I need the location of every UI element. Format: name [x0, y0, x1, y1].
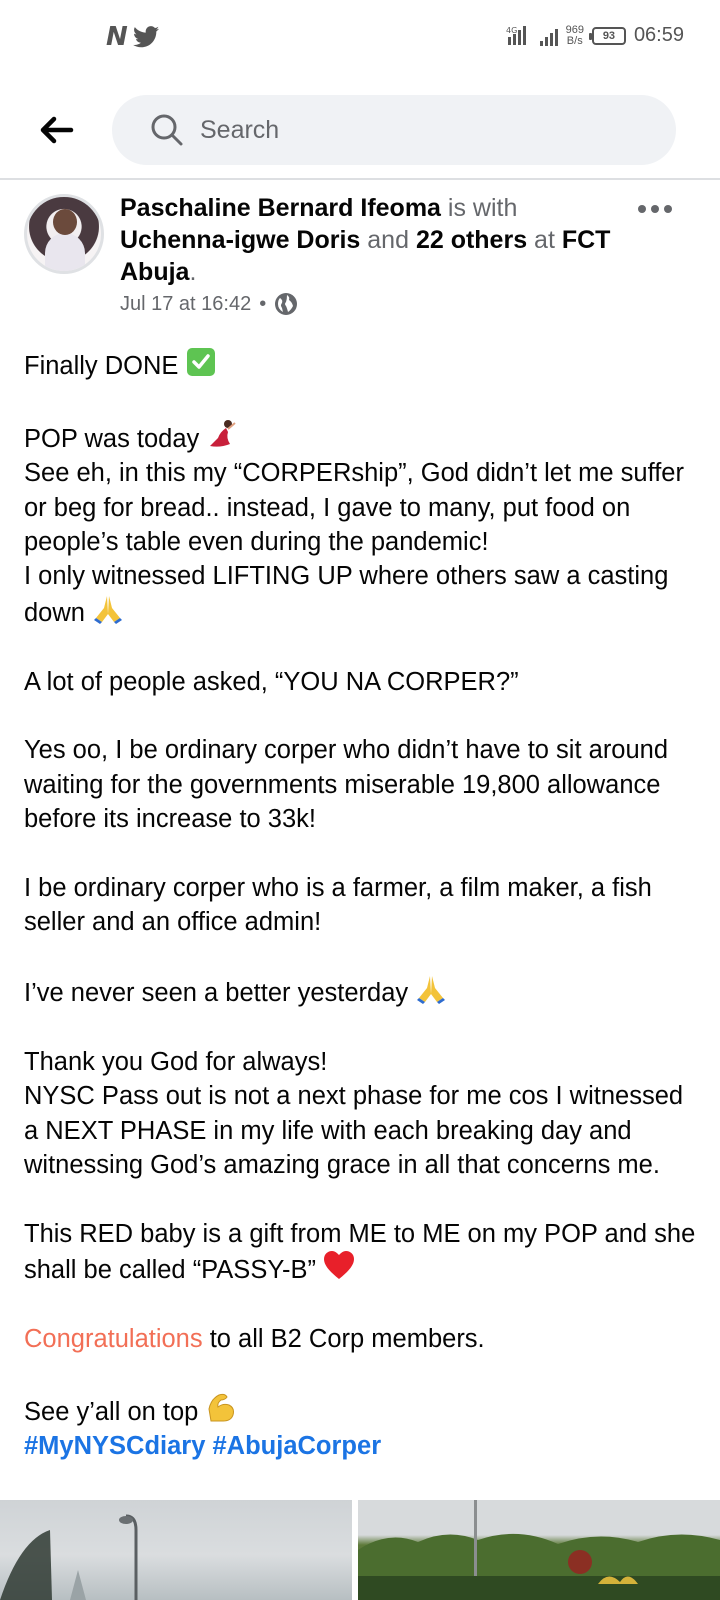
battery-icon: 93	[588, 26, 626, 45]
post-paragraph: I be ordinary corper who is a farmer, a …	[24, 874, 652, 937]
post-paragraph: Finally DONE	[24, 347, 700, 383]
post-paragraph: POP was today See eh, in this my “CORPER…	[24, 418, 700, 630]
post-timestamp[interactable]: Jul 17 at 16:42	[120, 293, 251, 316]
back-button[interactable]	[34, 110, 78, 150]
post-paragraph: A lot of people asked, “YOU NA CORPER?”	[24, 667, 519, 696]
twitter-icon	[132, 26, 159, 48]
signal-4g-icon: 4G	[506, 25, 526, 45]
street-lamp-image	[0, 1514, 138, 1600]
post-paragraph: Congratulations to all B2 Corp members.	[24, 1325, 485, 1354]
more-options-button[interactable]	[638, 202, 674, 216]
post-header: Paschaline Bernard Ifeoma is with Uchenn…	[0, 182, 720, 332]
hashtag-link[interactable]: #AbujaCorper	[213, 1432, 382, 1460]
search-placeholder: Search	[200, 116, 280, 144]
park-image	[358, 1500, 720, 1600]
red-heart-icon	[324, 1251, 355, 1280]
post-meta: Jul 17 at 16:42 •	[120, 292, 298, 316]
highlighted-word[interactable]: Congratulations	[24, 1325, 203, 1353]
globe-icon	[275, 293, 298, 315]
post-photos	[0, 1500, 720, 1600]
app-logo: N	[106, 22, 128, 52]
meta-separator: •	[259, 292, 267, 315]
status-bar: N 4G 969 B/s 93 06:59	[0, 0, 720, 80]
post-paragraph: I’ve never seen a better yesterday	[24, 974, 700, 1010]
praying-hands-icon	[417, 976, 446, 1005]
svg-text:4G: 4G	[506, 26, 517, 35]
post-photo[interactable]	[358, 1500, 720, 1600]
post-paragraph: This RED baby is a gift from ME to ME on…	[24, 1220, 696, 1285]
search-header: Search	[0, 80, 720, 180]
tagged-person-link[interactable]: Uchenna-igwe Doris	[120, 226, 360, 254]
post-photo[interactable]	[0, 1500, 352, 1600]
search-icon	[151, 114, 183, 146]
post-author-line: Paschaline Bernard Ifeoma is with Uchenn…	[120, 194, 611, 286]
arrow-left-icon	[40, 116, 74, 144]
clock: 06:59	[633, 24, 684, 46]
net-speed: 969 B/s	[565, 23, 584, 47]
status-right: 4G 969 B/s 93 06:59	[506, 24, 684, 47]
check-mark-icon	[186, 348, 215, 376]
status-left: N	[106, 22, 159, 52]
search-input[interactable]: Search	[112, 95, 676, 165]
tagged-others-link[interactable]: 22 others	[416, 226, 527, 254]
signal-bars-icon	[539, 26, 558, 46]
post-body: Finally DONE POP was today See eh, in th…	[24, 347, 700, 1464]
flexed-biceps-icon	[208, 1393, 235, 1422]
hashtag-link[interactable]: #MyNYSCdiary	[24, 1432, 205, 1460]
more-icon	[638, 205, 646, 213]
post-paragraph: Yes oo, I be ordinary corper who didn’t …	[24, 736, 669, 834]
author-name-link[interactable]: Paschaline Bernard Ifeoma	[120, 194, 441, 222]
avatar[interactable]	[24, 194, 104, 274]
dancer-icon	[210, 419, 237, 447]
praying-hands-icon	[94, 595, 123, 624]
post-paragraph: Thank you God for always! NYSC Pass out …	[24, 1048, 684, 1180]
post-paragraph: See y’all on top #MyNYSCdiary #AbujaCorp…	[24, 1391, 700, 1464]
